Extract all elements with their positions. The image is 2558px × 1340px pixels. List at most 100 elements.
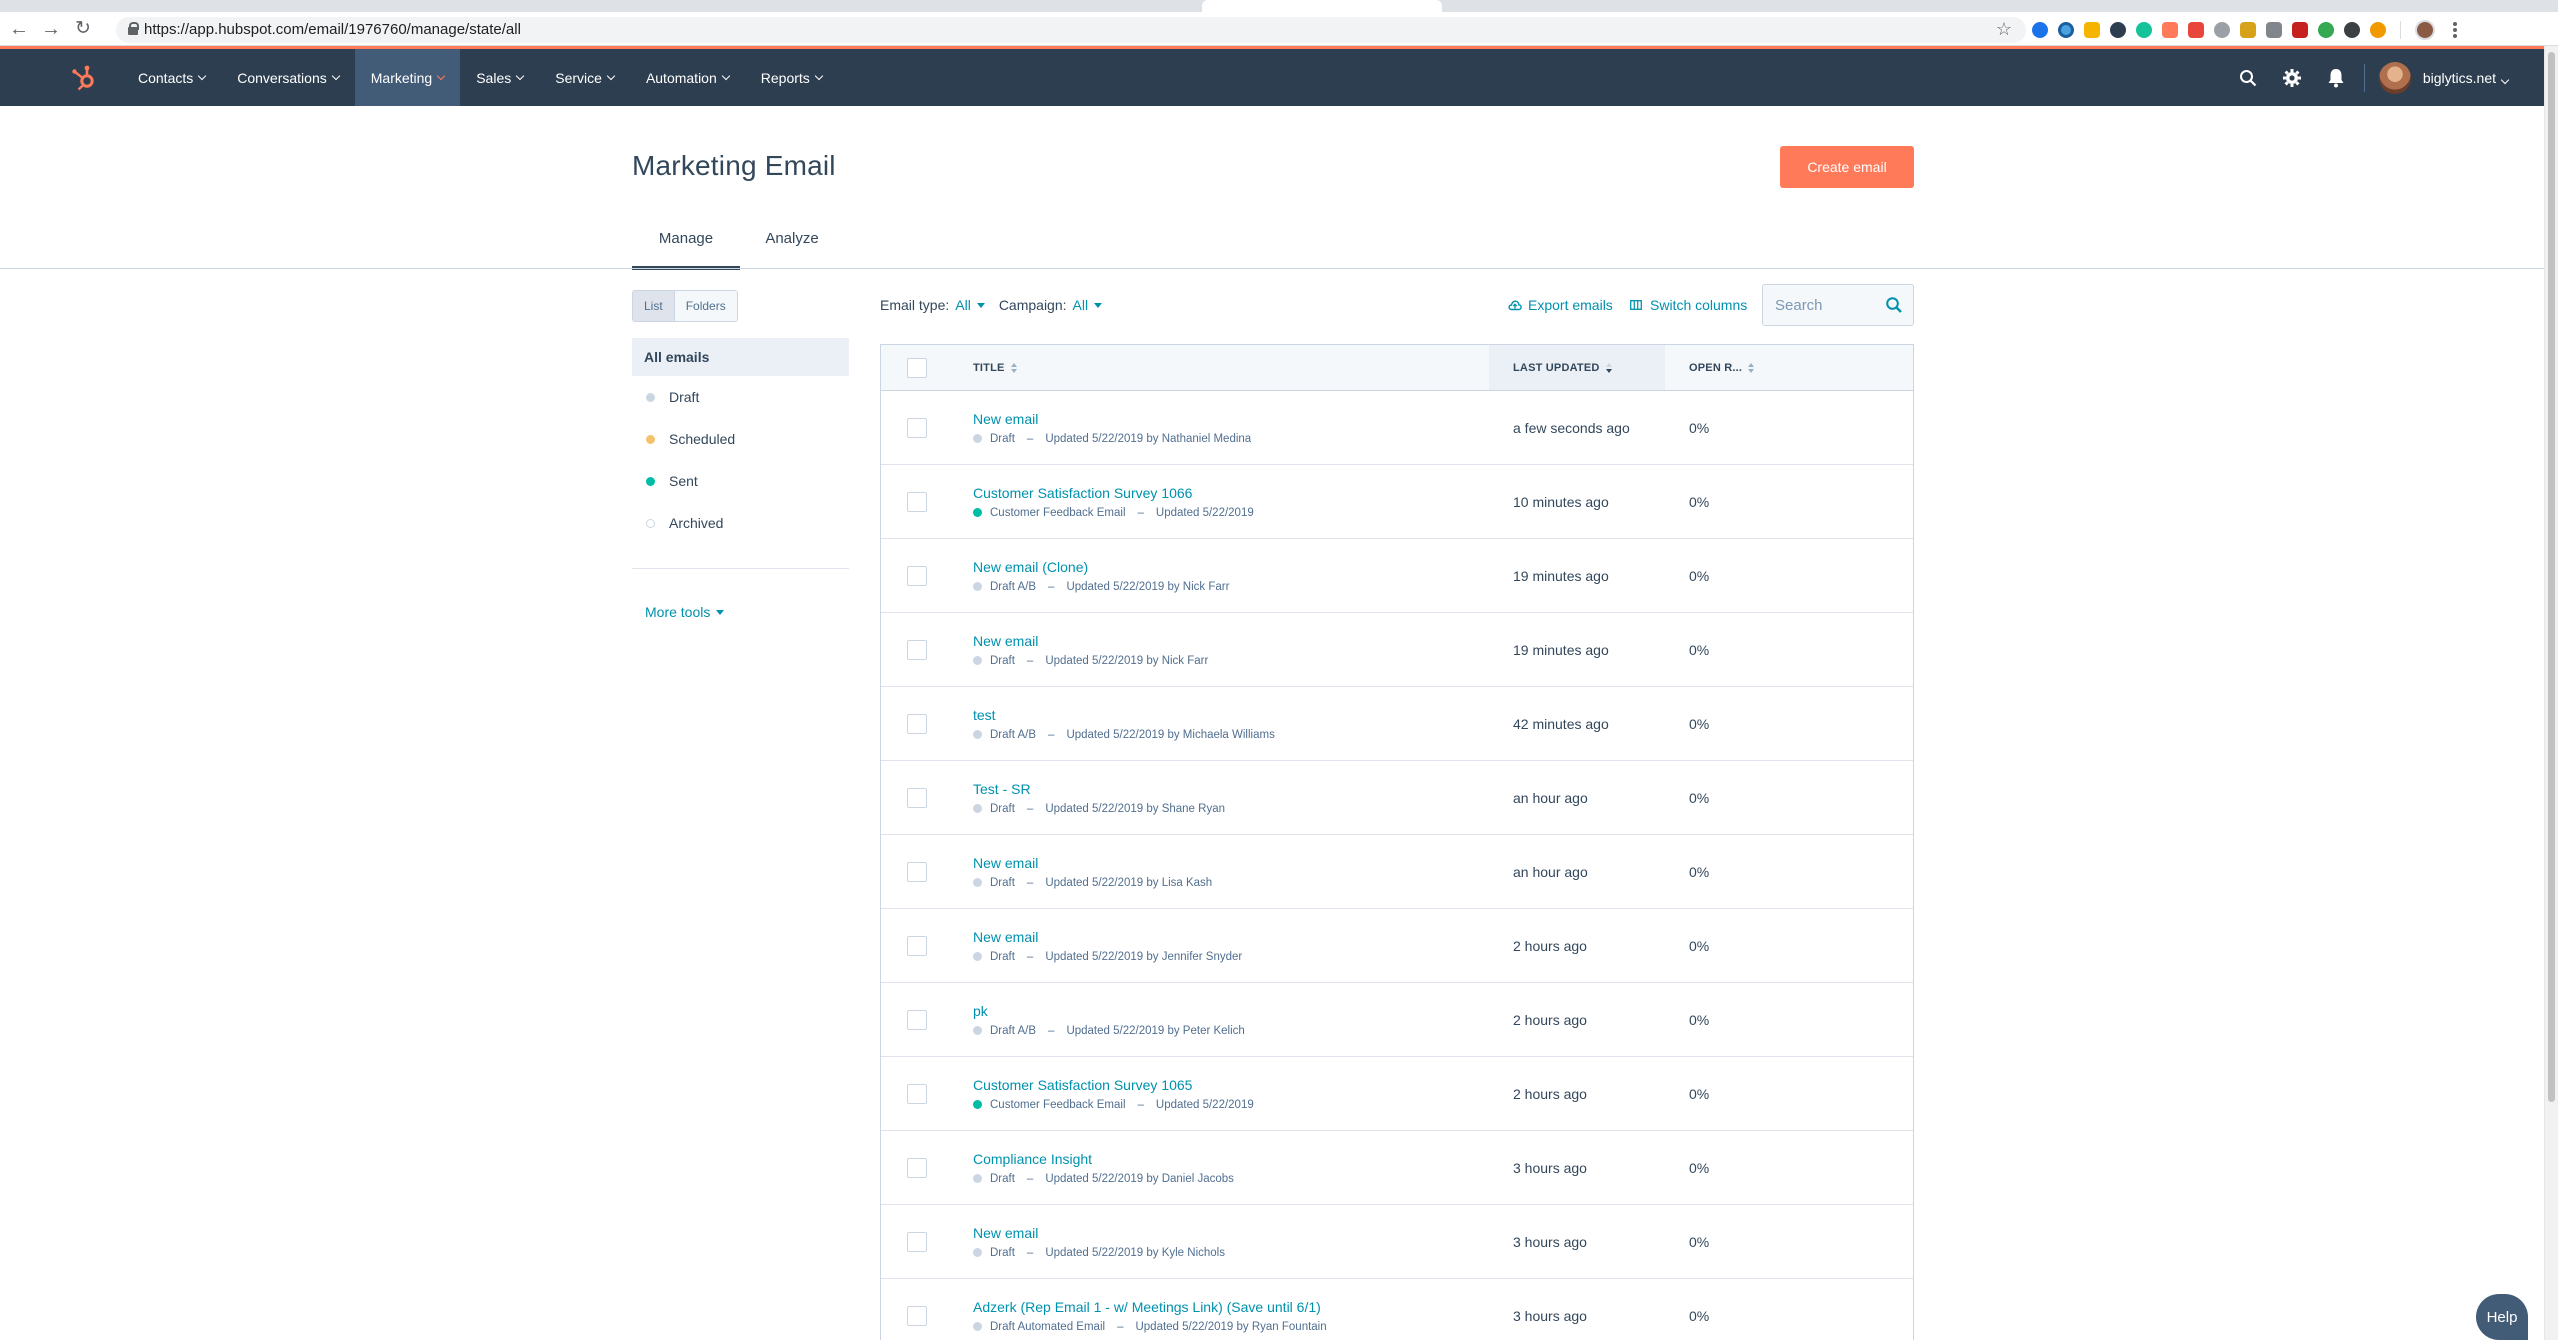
- row-checkbox[interactable]: [907, 639, 927, 660]
- column-open-rate-header[interactable]: OPEN R...: [1665, 345, 1785, 390]
- row-checkbox[interactable]: [907, 713, 927, 734]
- email-title-link[interactable]: New email: [973, 633, 1489, 649]
- tab-analyze[interactable]: Analyze: [752, 230, 832, 270]
- row-checkbox[interactable]: [907, 1083, 927, 1104]
- sidebar-item-sent[interactable]: Sent: [632, 460, 849, 502]
- status-dot: [973, 1100, 982, 1109]
- table-row[interactable]: Customer Satisfaction Survey 1066 Custome…: [881, 465, 1913, 539]
- list-view-button[interactable]: List: [633, 291, 675, 321]
- table-row[interactable]: New email (Clone) Draft A/B – Updated 5/22/…: [881, 539, 1913, 613]
- column-last-updated-header[interactable]: LAST UPDATED: [1489, 345, 1665, 390]
- table-row[interactable]: Customer Satisfaction Survey 1065 Custome…: [881, 1057, 1913, 1131]
- email-title-link[interactable]: Customer Satisfaction Survey 1065: [973, 1077, 1489, 1093]
- email-title-link[interactable]: Compliance Insight: [973, 1151, 1489, 1167]
- scrollbar-thumb[interactable]: [2548, 52, 2555, 1102]
- table-row[interactable]: pk Draft A/B – Updated 5/22/2019 by Peter K…: [881, 983, 1913, 1057]
- search-icon[interactable]: [1885, 296, 1903, 314]
- folders-view-button[interactable]: Folders: [674, 291, 737, 321]
- extension-icon[interactable]: [2110, 22, 2126, 38]
- extension-icon[interactable]: [2136, 22, 2152, 38]
- extension-icon[interactable]: [2266, 22, 2282, 38]
- switch-columns-link[interactable]: Switch columns: [1630, 294, 1747, 316]
- browser-menu-icon[interactable]: [2453, 22, 2457, 38]
- sidebar-item-draft[interactable]: Draft: [632, 376, 849, 418]
- email-status: Draft Automated Email: [990, 1320, 1106, 1333]
- extension-icon[interactable]: [2292, 22, 2308, 38]
- export-emails-link[interactable]: Export emails: [1508, 294, 1613, 316]
- email-title-link[interactable]: New email: [973, 929, 1489, 945]
- extension-icon[interactable]: [2240, 22, 2256, 38]
- search-icon[interactable]: [2226, 49, 2270, 106]
- row-checkbox-cell: [881, 417, 973, 438]
- notifications-bell-icon[interactable]: [2314, 49, 2358, 106]
- nav-service[interactable]: Service: [539, 49, 630, 106]
- table-row[interactable]: Compliance Insight Draft – Updated 5/22/201…: [881, 1131, 1913, 1205]
- nav-sales[interactable]: Sales: [460, 49, 539, 106]
- extension-icon[interactable]: [2058, 22, 2074, 38]
- row-checkbox[interactable]: [907, 1009, 927, 1030]
- email-title-link[interactable]: test: [973, 707, 1489, 723]
- browser-active-tab[interactable]: [1202, 0, 1442, 12]
- extension-icon[interactable]: [2370, 22, 2386, 38]
- account-menu[interactable]: biglytics.net: [2423, 70, 2510, 86]
- search-input[interactable]: Search: [1762, 284, 1914, 326]
- table-row[interactable]: New email Draft – Updated 5/22/2019 by Kyle…: [881, 1205, 1913, 1279]
- row-checkbox[interactable]: [907, 1305, 927, 1326]
- sidebar-item-scheduled[interactable]: Scheduled: [632, 418, 849, 460]
- table-row[interactable]: test Draft A/B – Updated 5/22/2019 by Micha…: [881, 687, 1913, 761]
- row-checkbox[interactable]: [907, 491, 927, 512]
- nav-marketing[interactable]: Marketing: [354, 49, 461, 106]
- email-title-link[interactable]: New email: [973, 1225, 1489, 1241]
- table-row[interactable]: Adzerk (Rep Email 1 - w/ Meetings Link) …: [881, 1279, 1913, 1340]
- help-button[interactable]: Help: [2476, 1294, 2528, 1340]
- more-tools-dropdown[interactable]: More tools: [645, 604, 725, 620]
- extension-icon[interactable]: [2214, 22, 2230, 38]
- email-title-link[interactable]: New email: [973, 855, 1489, 871]
- email-title-link[interactable]: New email (Clone): [973, 559, 1489, 575]
- row-checkbox[interactable]: [907, 787, 927, 808]
- extension-icon[interactable]: [2188, 22, 2204, 38]
- sidebar-item-all-emails[interactable]: All emails: [632, 338, 849, 376]
- campaign-dropdown[interactable]: All: [1073, 297, 1103, 313]
- select-all-checkbox[interactable]: [907, 357, 927, 378]
- email-type-dropdown[interactable]: All: [955, 297, 985, 313]
- table-row[interactable]: New email Draft – Updated 5/22/2019 by Jenn…: [881, 909, 1913, 983]
- create-email-button[interactable]: Create email: [1780, 146, 1914, 188]
- avatar[interactable]: [2378, 61, 2411, 94]
- tab-manage[interactable]: Manage: [632, 230, 740, 270]
- email-title-link[interactable]: pk: [973, 1003, 1489, 1019]
- address-bar[interactable]: https://app.hubspot.com/email/1976760/ma…: [116, 17, 2026, 43]
- back-icon[interactable]: ←: [8, 18, 30, 40]
- hubspot-logo-icon[interactable]: [70, 64, 98, 92]
- table-row[interactable]: New email Draft – Updated 5/22/2019 by Nick…: [881, 613, 1913, 687]
- nav-automation[interactable]: Automation: [630, 49, 745, 106]
- extension-icon[interactable]: [2344, 22, 2360, 38]
- row-checkbox[interactable]: [907, 935, 927, 956]
- table-row[interactable]: Test - SR Draft – Updated 5/22/2019 by Shan…: [881, 761, 1913, 835]
- table-row[interactable]: New email Draft – Updated 5/22/2019 by Nath…: [881, 391, 1913, 465]
- email-title-link[interactable]: New email: [973, 411, 1489, 427]
- forward-icon[interactable]: →: [40, 18, 62, 40]
- extension-icon[interactable]: [2084, 22, 2100, 38]
- nav-conversations[interactable]: Conversations: [221, 49, 355, 106]
- extension-icon[interactable]: [2318, 22, 2334, 38]
- bookmark-star-icon[interactable]: ☆: [1996, 19, 2012, 40]
- extension-icon[interactable]: [2162, 22, 2178, 38]
- nav-contacts[interactable]: Contacts: [122, 49, 221, 106]
- table-row[interactable]: New email Draft – Updated 5/22/2019 by Lisa…: [881, 835, 1913, 909]
- sidebar-item-archived[interactable]: Archived: [632, 502, 849, 544]
- row-checkbox[interactable]: [907, 861, 927, 882]
- browser-profile-avatar[interactable]: [2415, 20, 2435, 40]
- row-checkbox[interactable]: [907, 1157, 927, 1178]
- row-checkbox[interactable]: [907, 1231, 927, 1252]
- email-title-link[interactable]: Test - SR: [973, 781, 1489, 797]
- nav-reports[interactable]: Reports: [745, 49, 838, 106]
- row-checkbox[interactable]: [907, 565, 927, 586]
- email-title-link[interactable]: Customer Satisfaction Survey 1066: [973, 485, 1489, 501]
- row-checkbox[interactable]: [907, 417, 927, 438]
- reload-icon[interactable]: ↻: [72, 18, 94, 40]
- email-title-link[interactable]: Adzerk (Rep Email 1 - w/ Meetings Link) …: [973, 1299, 1489, 1315]
- column-title-header[interactable]: TITLE: [973, 345, 1489, 390]
- extension-icon[interactable]: [2032, 22, 2048, 38]
- settings-gear-icon[interactable]: [2270, 49, 2314, 106]
